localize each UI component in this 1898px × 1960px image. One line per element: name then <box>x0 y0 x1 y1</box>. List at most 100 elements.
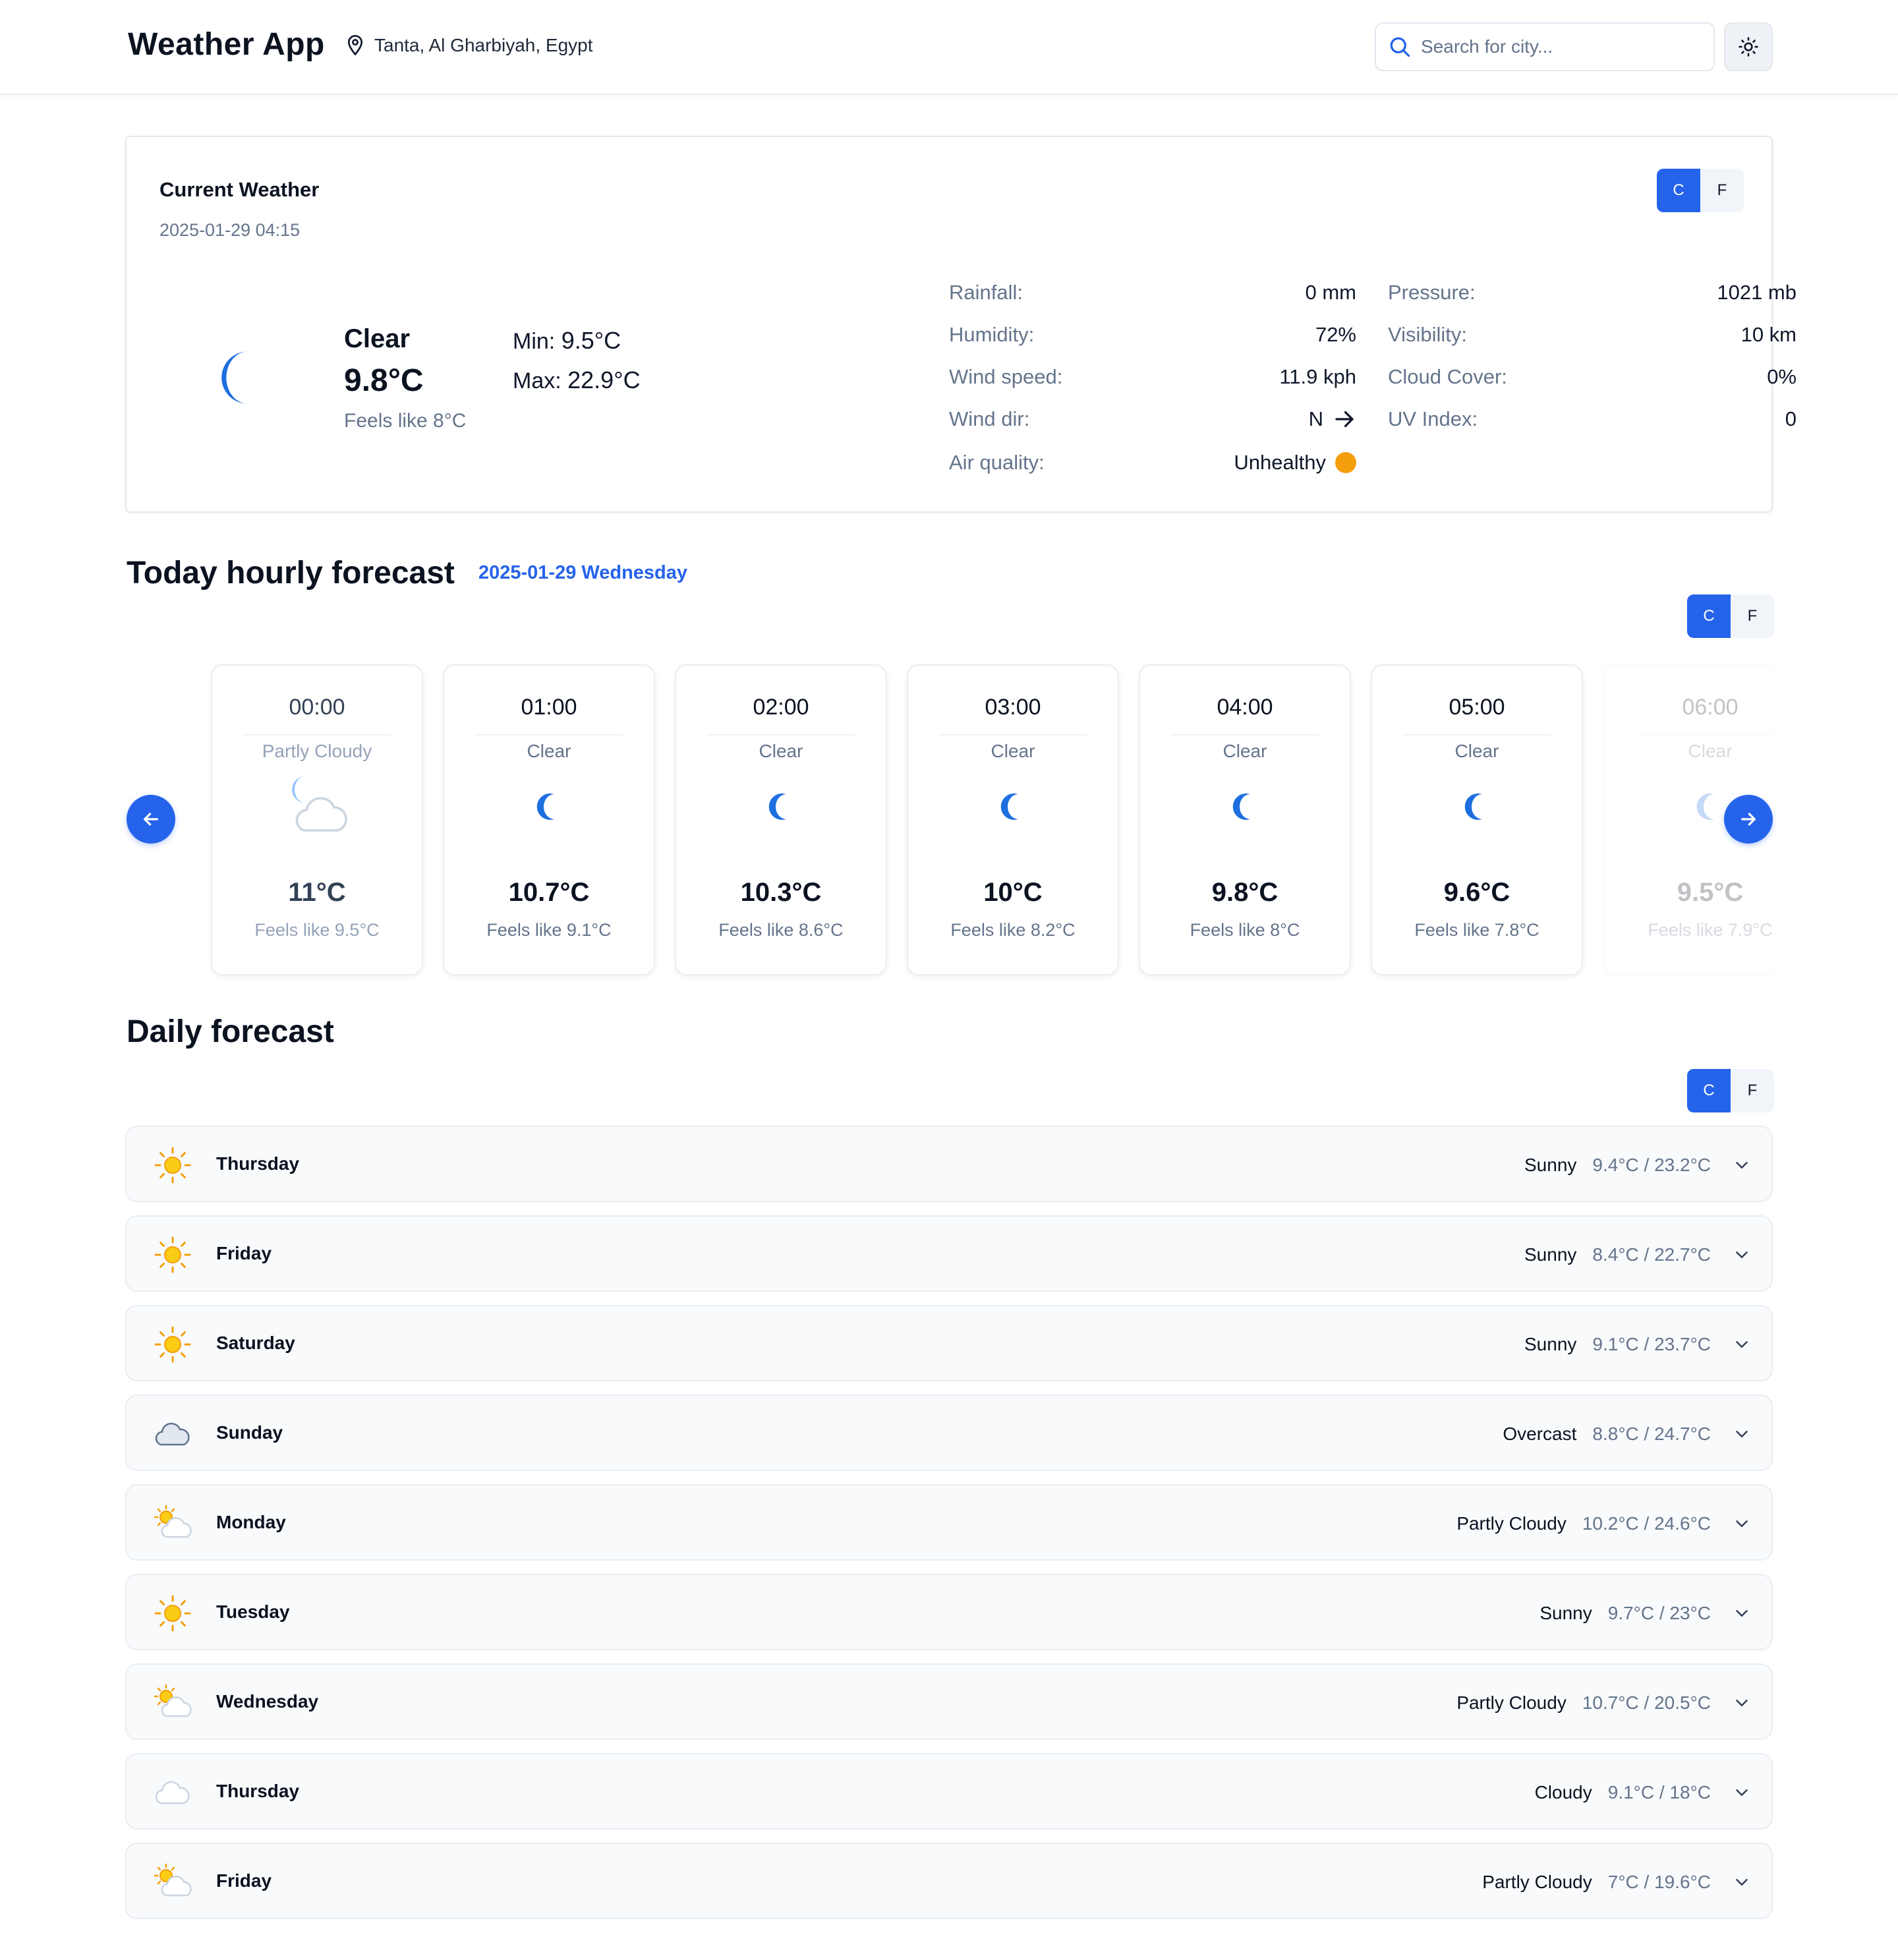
daily-row[interactable]: Tuesday Sunny 9.7°C / 23°C <box>125 1574 1773 1650</box>
hour-card[interactable]: 05:00 Clear 9.6°C Feels like 7.8°C <box>1371 664 1583 975</box>
wind-dir-label: Wind dir: <box>949 407 1030 430</box>
hour-feels-like: Feels like 7.8°C <box>1414 920 1539 940</box>
chevron-down-icon[interactable] <box>1732 1603 1752 1623</box>
sun-icon <box>154 1236 191 1273</box>
hour-time: 01:00 <box>474 695 623 735</box>
chevron-down-icon[interactable] <box>1732 1693 1752 1713</box>
daily-row[interactable]: Saturday Sunny 9.1°C / 23.7°C <box>125 1305 1773 1381</box>
daily-row[interactable]: Thursday Sunny 9.4°C / 23.2°C <box>125 1126 1773 1202</box>
hour-feels-like: Feels like 8.6°C <box>718 920 844 940</box>
theme-toggle-button[interactable] <box>1724 22 1773 71</box>
hour-time: 04:00 <box>1170 695 1319 735</box>
celsius-button[interactable]: C <box>1657 169 1700 212</box>
hour-temperature: 9.6°C <box>1443 878 1510 907</box>
fahrenheit-button[interactable]: F <box>1700 169 1744 212</box>
day-name: Sunday <box>216 1422 283 1443</box>
sun-cloud-icon <box>154 1505 192 1538</box>
hourly-forecast-title: Today hourly forecast <box>127 556 455 591</box>
daily-forecast-title: Daily forecast <box>127 1014 334 1049</box>
moon-icon <box>1464 793 1482 820</box>
celsius-button[interactable]: C <box>1687 594 1731 638</box>
arrow-left-icon <box>144 813 158 826</box>
hour-card[interactable]: 00:00 Partly Cloudy 11°C Feels like 9.5°… <box>211 664 423 975</box>
scroll-left-button[interactable] <box>127 795 175 844</box>
cloud-cover-value: 0% <box>1767 365 1797 388</box>
daily-row[interactable]: Monday Partly Cloudy 10.2°C / 24.6°C <box>125 1484 1773 1561</box>
hour-temperature: 9.8°C <box>1211 878 1279 907</box>
chevron-down-icon[interactable] <box>1732 1155 1752 1175</box>
wind-dir-text: N <box>1308 407 1323 430</box>
uv-index-value: 0 <box>1785 407 1797 430</box>
fahrenheit-button[interactable]: F <box>1731 594 1774 638</box>
hour-card[interactable]: 01:00 Clear 10.7°C Feels like 9.1°C <box>443 664 655 975</box>
arrow-right-icon <box>1335 411 1354 428</box>
hour-time: 02:00 <box>706 695 855 735</box>
chevron-down-icon[interactable] <box>1732 1783 1752 1802</box>
hour-condition: Clear <box>1454 741 1499 761</box>
celsius-button[interactable]: C <box>1687 1069 1731 1112</box>
day-summary: Sunny 9.4°C / 23.2°C <box>1524 1148 1752 1182</box>
fahrenheit-button[interactable]: F <box>1731 1069 1774 1112</box>
map-pin-icon <box>347 35 363 56</box>
hour-card[interactable]: 02:00 Clear 10.3°C Feels like 8.6°C <box>675 664 887 975</box>
daily-row[interactable]: Sunday Overcast 8.8°C / 24.7°C <box>125 1395 1773 1471</box>
day-summary: Sunny 9.1°C / 23.7°C <box>1524 1327 1752 1362</box>
moon-cloud-icon <box>292 776 347 832</box>
wind-speed-value: 11.9 kph <box>1279 365 1356 388</box>
day-name: Monday <box>216 1512 286 1532</box>
rainfall-label: Rainfall: <box>949 281 1023 304</box>
hour-card[interactable]: 03:00 Clear 10°C Feels like 8.2°C <box>907 664 1119 975</box>
daily-row[interactable]: Friday Partly Cloudy 7°C / 19.6°C <box>125 1843 1773 1919</box>
moon-icon <box>768 793 786 820</box>
chevron-down-icon[interactable] <box>1732 1245 1752 1265</box>
hour-temperature: 10.3°C <box>740 878 822 907</box>
chevron-down-icon[interactable] <box>1732 1335 1752 1354</box>
rainfall-value: 0 mm <box>1305 281 1357 304</box>
search-input[interactable] <box>1421 36 1698 57</box>
day-name: Friday <box>216 1870 272 1891</box>
day-temp-range: 7°C / 19.6°C <box>1607 1872 1711 1892</box>
city-search[interactable] <box>1375 22 1715 71</box>
daily-unit-toggle: C F <box>1687 1069 1774 1112</box>
hourly-unit-toggle: C F <box>1687 594 1774 638</box>
hour-temperature: 10.7°C <box>508 878 590 907</box>
current-feels-like: Feels like 8°C <box>344 410 467 432</box>
moon-icon <box>536 793 554 820</box>
hour-feels-like: Feels like 7.9°C <box>1648 920 1773 940</box>
day-name: Friday <box>216 1243 272 1263</box>
day-name: Tuesday <box>216 1601 290 1622</box>
daily-row[interactable]: Wednesday Partly Cloudy 10.7°C / 20.5°C <box>125 1663 1773 1740</box>
day-temp-range: 8.4°C / 22.7°C <box>1592 1244 1711 1265</box>
chevron-down-icon[interactable] <box>1732 1424 1752 1444</box>
current-weather-card: Current Weather 2025-01-29 04:15 C F Cle… <box>125 136 1797 513</box>
hour-condition: Clear <box>527 741 571 761</box>
daily-row[interactable]: Friday Sunny 8.4°C / 22.7°C <box>125 1215 1773 1292</box>
hour-feels-like: Feels like 8.2°C <box>950 920 1076 940</box>
moon-icon <box>221 351 248 404</box>
humidity-label: Humidity: <box>949 323 1035 346</box>
day-temp-range: 10.7°C / 20.5°C <box>1582 1692 1711 1713</box>
hour-time: 03:00 <box>938 695 1087 735</box>
min-value: 9.5°C <box>561 327 621 354</box>
chevron-down-icon[interactable] <box>1732 1872 1752 1892</box>
chevron-down-icon[interactable] <box>1732 1514 1752 1534</box>
day-temp-range: 10.2°C / 24.6°C <box>1582 1513 1711 1534</box>
day-condition: Overcast <box>1503 1424 1577 1444</box>
scroll-right-button[interactable] <box>1724 795 1773 844</box>
hour-card[interactable]: 04:00 Clear 9.8°C Feels like 8°C <box>1139 664 1351 975</box>
daily-row[interactable]: Thursday Cloudy 9.1°C / 18°C <box>125 1753 1773 1830</box>
current-max-temp: Max: 22.9°C <box>513 366 641 394</box>
hour-condition: Clear <box>759 741 803 761</box>
current-weather-date: 2025-01-29 04:15 <box>159 220 301 240</box>
cloud-icon <box>155 1781 190 1804</box>
day-name: Thursday <box>216 1153 300 1174</box>
day-temp-range: 9.7°C / 23°C <box>1607 1603 1711 1623</box>
wind-speed-label: Wind speed: <box>949 365 1063 388</box>
air-quality-indicator <box>1335 452 1356 473</box>
day-summary: Partly Cloudy 10.2°C / 24.6°C <box>1456 1507 1752 1541</box>
day-name: Thursday <box>216 1781 300 1801</box>
hour-condition: Clear <box>991 741 1035 761</box>
current-temperature: 9.8°C <box>344 363 424 398</box>
current-min-temp: Min: 9.5°C <box>513 327 621 355</box>
sun-icon <box>1739 37 1758 57</box>
